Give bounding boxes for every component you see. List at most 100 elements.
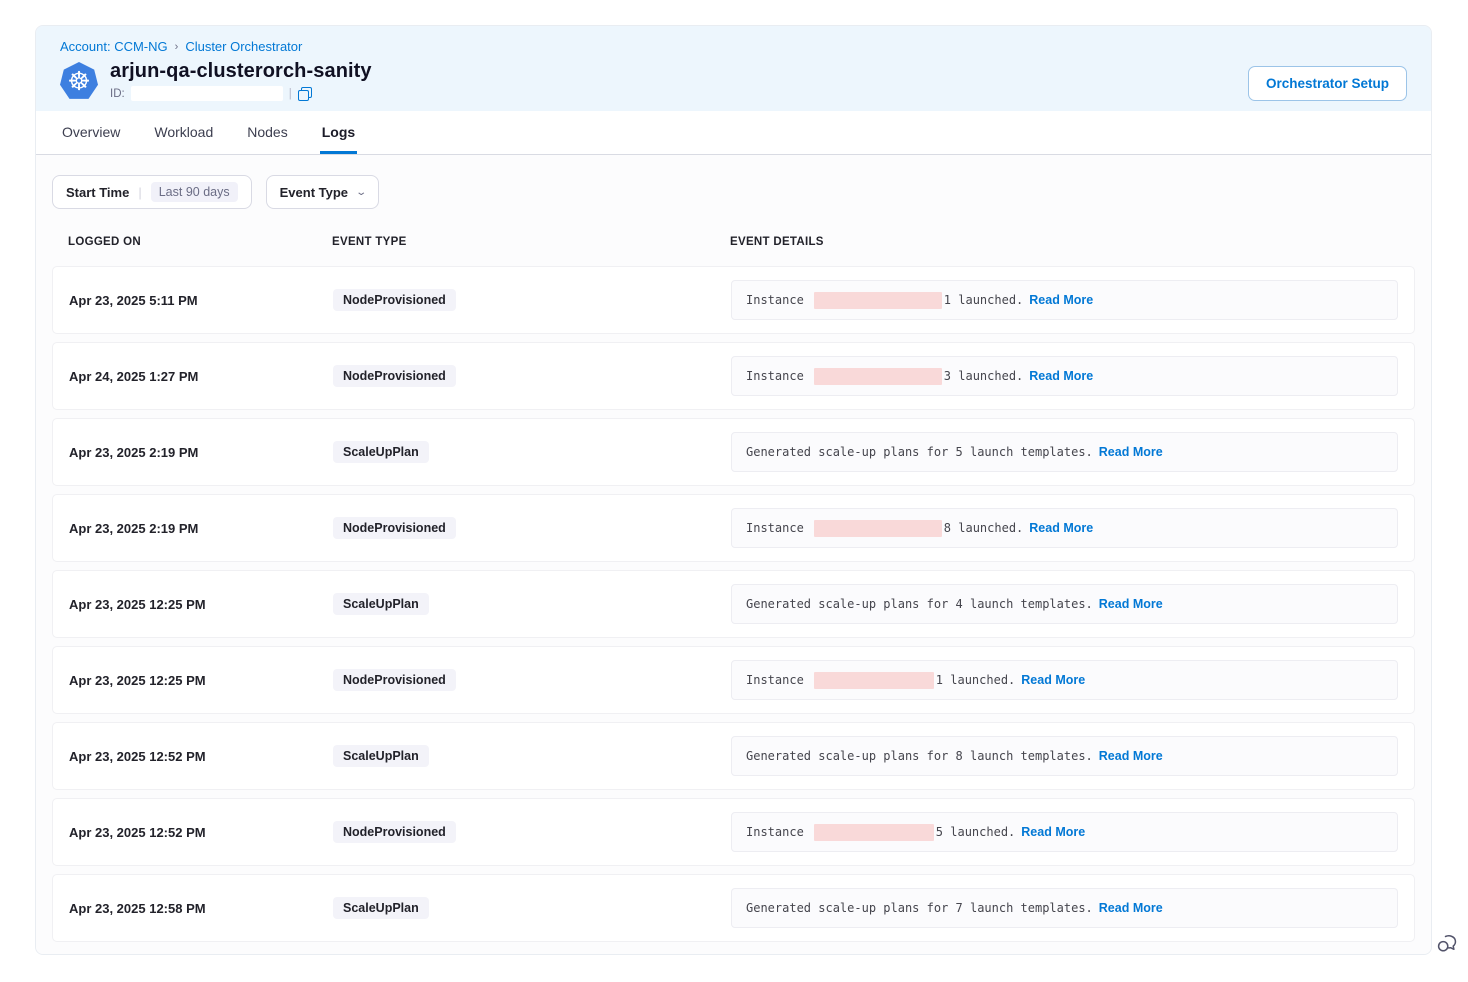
event-details-box: Instance 1 launched. Read More <box>731 280 1398 320</box>
title-row: ☸ arjun-qa-clusterorch-sanity ID: | Orch… <box>60 60 1407 101</box>
event-details-cell: Instance 1 launched. Read More <box>731 280 1398 320</box>
log-rows: Apr 23, 2025 5:11 PMNodeProvisionedInsta… <box>52 266 1415 942</box>
event-type-filter[interactable]: Event Type ⌄ <box>266 175 380 209</box>
read-more-link[interactable]: Read More <box>1099 749 1163 763</box>
event-details-box: Instance 8 launched. Read More <box>731 508 1398 548</box>
event-details-cell: Instance5 launched.Read More <box>731 812 1398 852</box>
redacted-instance-id <box>814 672 934 689</box>
read-more-link[interactable]: Read More <box>1099 597 1163 611</box>
event-details-text: Instance <box>746 369 804 383</box>
read-more-link[interactable]: Read More <box>1021 673 1085 687</box>
event-type-cell: NodeProvisioned <box>333 517 731 539</box>
event-details-box: Generated scale-up plans for 5 launch te… <box>731 432 1398 472</box>
event-details-box: Generated scale-up plans for 4 launch te… <box>731 584 1398 624</box>
event-details-text: Generated scale-up plans for 4 launch te… <box>746 597 1093 611</box>
event-details-text-after: 1 launched. <box>944 293 1023 307</box>
cluster-orchestrator-panel: Account: CCM-NG › Cluster Orchestrator ☸… <box>35 25 1432 955</box>
page-title: arjun-qa-clusterorch-sanity <box>110 60 372 83</box>
event-details-cell: Instance1 launched.Read More <box>731 660 1398 700</box>
tab-overview[interactable]: Overview <box>60 111 122 154</box>
logged-on-value: Apr 23, 2025 12:52 PM <box>69 825 333 840</box>
event-details-cell: Generated scale-up plans for 5 launch te… <box>731 432 1398 472</box>
log-row: Apr 23, 2025 2:19 PMScaleUpPlan Generated… <box>52 418 1415 486</box>
tab-logs[interactable]: Logs <box>320 111 357 154</box>
log-row: Apr 23, 2025 12:58 PMScaleUpPlan Generate… <box>52 874 1415 942</box>
kubernetes-icon: ☸ <box>60 62 98 100</box>
event-details-text-after: 3 launched. <box>944 369 1023 383</box>
event-type-cell: NodeProvisioned <box>333 821 731 843</box>
column-header-logged-on: LOGGED ON <box>68 236 332 248</box>
event-type-badge: NodeProvisioned <box>333 517 456 539</box>
logged-on-value: Apr 23, 2025 12:52 PM <box>69 749 333 764</box>
event-type-badge: ScaleUpPlan <box>333 441 429 463</box>
log-row: Apr 23, 2025 2:19 PMNodeProvisionedInsta… <box>52 494 1415 562</box>
logged-on-value: Apr 23, 2025 2:19 PM <box>69 445 333 460</box>
log-row: Apr 23, 2025 12:25 PMNodeProvisionedInst… <box>52 646 1415 714</box>
event-details-text: Instance <box>746 521 804 535</box>
logs-content: Start Time | Last 90 days Event Type ⌄ L… <box>36 155 1431 954</box>
breadcrumb-separator-icon: › <box>175 41 179 53</box>
read-more-link[interactable]: Read More <box>1029 293 1093 307</box>
breadcrumb-account[interactable]: Account: CCM-NG <box>60 39 168 54</box>
page-header: Account: CCM-NG › Cluster Orchestrator ☸… <box>36 26 1431 111</box>
event-details-text-after: 8 launched. <box>944 521 1023 535</box>
read-more-link[interactable]: Read More <box>1099 901 1163 915</box>
tabs-bar: Overview Workload Nodes Logs <box>36 111 1431 155</box>
id-separator: | <box>289 88 292 100</box>
logged-on-value: Apr 23, 2025 12:25 PM <box>69 673 333 688</box>
event-details-text: Instance <box>746 293 804 307</box>
event-details-cell: Instance 8 launched. Read More <box>731 508 1398 548</box>
read-more-link[interactable]: Read More <box>1021 825 1085 839</box>
start-time-filter[interactable]: Start Time | Last 90 days <box>52 175 252 209</box>
read-more-link[interactable]: Read More <box>1029 521 1093 535</box>
tab-workload[interactable]: Workload <box>152 111 215 154</box>
read-more-link[interactable]: Read More <box>1029 369 1093 383</box>
event-type-badge: ScaleUpPlan <box>333 593 429 615</box>
event-details-cell: Generated scale-up plans for 4 launch te… <box>731 584 1398 624</box>
event-type-badge: NodeProvisioned <box>333 289 456 311</box>
event-type-cell: ScaleUpPlan <box>333 593 731 615</box>
event-details-box: Instance 3 launched. Read More <box>731 356 1398 396</box>
breadcrumb-cluster-orchestrator[interactable]: Cluster Orchestrator <box>185 39 302 54</box>
event-details-cell: Generated scale-up plans for 7 launch te… <box>731 888 1398 928</box>
event-type-badge: ScaleUpPlan <box>333 897 429 919</box>
title-texts: arjun-qa-clusterorch-sanity ID: | <box>110 60 372 101</box>
title-left: ☸ arjun-qa-clusterorch-sanity ID: | <box>60 60 372 101</box>
log-row: Apr 23, 2025 12:52 PMNodeProvisionedInst… <box>52 798 1415 866</box>
event-details-box: Instance5 launched.Read More <box>731 812 1398 852</box>
event-type-cell: ScaleUpPlan <box>333 745 731 767</box>
log-row: Apr 23, 2025 12:25 PMScaleUpPlan Generate… <box>52 570 1415 638</box>
event-details-text-after: 1 launched. <box>936 673 1015 687</box>
event-details-box: Instance1 launched.Read More <box>731 660 1398 700</box>
event-type-cell: ScaleUpPlan <box>333 441 731 463</box>
chat-bubbles-icon[interactable] <box>1435 930 1461 956</box>
logged-on-value: Apr 23, 2025 5:11 PM <box>69 293 333 308</box>
orchestrator-setup-button[interactable]: Orchestrator Setup <box>1248 66 1407 101</box>
event-details-text-after: 5 launched. <box>936 825 1015 839</box>
chevron-down-icon: ⌄ <box>355 187 367 198</box>
tab-nodes[interactable]: Nodes <box>245 111 289 154</box>
log-row: Apr 23, 2025 5:11 PMNodeProvisioned Insta… <box>52 266 1415 334</box>
event-type-cell: ScaleUpPlan <box>333 897 731 919</box>
read-more-link[interactable]: Read More <box>1099 445 1163 459</box>
logged-on-value: Apr 23, 2025 12:58 PM <box>69 901 333 916</box>
breadcrumb: Account: CCM-NG › Cluster Orchestrator <box>60 39 1407 54</box>
event-details-text: Generated scale-up plans for 7 launch te… <box>746 901 1093 915</box>
table-header: LOGGED ON EVENT TYPE EVENT DETAILS <box>52 236 1415 248</box>
event-details-box: Generated scale-up plans for 8 launch te… <box>731 736 1398 776</box>
redacted-instance-id <box>814 292 942 309</box>
filter-divider: | <box>138 185 141 200</box>
id-label: ID: <box>110 88 125 100</box>
event-details-cell: Generated scale-up plans for 8 launch te… <box>731 736 1398 776</box>
start-time-value: Last 90 days <box>151 182 238 202</box>
event-type-badge: NodeProvisioned <box>333 669 456 691</box>
filters-row: Start Time | Last 90 days Event Type ⌄ <box>52 175 1415 209</box>
logged-on-value: Apr 23, 2025 12:25 PM <box>69 597 333 612</box>
redacted-instance-id <box>814 368 942 385</box>
redacted-instance-id <box>814 520 942 537</box>
page: Account: CCM-NG › Cluster Orchestrator ☸… <box>0 0 1468 982</box>
copy-icon[interactable] <box>298 87 312 101</box>
id-redacted-value <box>131 86 283 101</box>
event-details-box: Generated scale-up plans for 7 launch te… <box>731 888 1398 928</box>
event-details-cell: Instance 3 launched. Read More <box>731 356 1398 396</box>
